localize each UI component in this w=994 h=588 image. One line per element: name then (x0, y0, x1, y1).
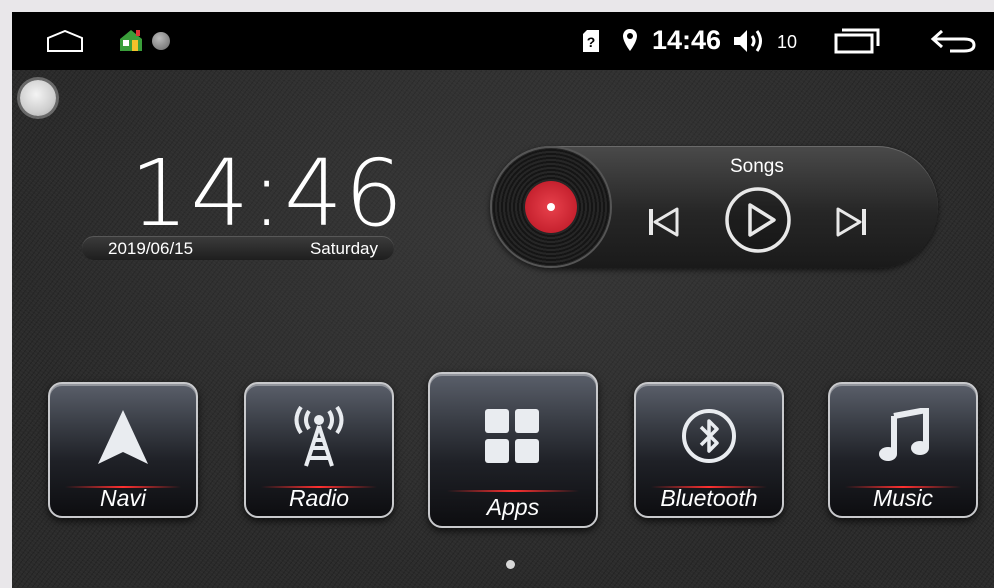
clock-date: 2019/06/15 (108, 239, 194, 258)
apps-tile[interactable]: Apps (428, 372, 598, 528)
clock-widget-time: 14:46 (130, 140, 406, 247)
music-tile[interactable]: Music (828, 382, 978, 518)
status-dot-icon (152, 32, 170, 50)
status-bar: ? 14:46 10 (12, 12, 994, 70)
radio-label: Radio (288, 485, 350, 511)
no-sim-icon: ? (583, 30, 599, 52)
back-icon[interactable] (930, 28, 976, 54)
vinyl-label (525, 181, 577, 233)
navi-label: Navi (99, 485, 146, 511)
play-button[interactable] (724, 186, 792, 254)
floating-assistive-button[interactable] (20, 80, 56, 116)
volume-level: 10 (777, 32, 798, 52)
vinyl-hole (547, 203, 555, 211)
music-player-widget: Songs (490, 146, 938, 268)
recent-apps-icon[interactable] (832, 28, 880, 54)
tile-glow (446, 490, 580, 492)
page-indicator-dot (506, 560, 515, 569)
navi-tile[interactable]: Navi (48, 382, 198, 518)
bluetooth-icon (682, 409, 736, 463)
vinyl-record-icon[interactable] (492, 148, 610, 266)
bluetooth-tile[interactable]: Bluetooth (634, 382, 784, 518)
location-icon (623, 29, 637, 51)
status-clock: 14:46 (652, 25, 722, 55)
head-unit-screen: ? 14:46 10 14:46 2019/06/15 Saturday Son… (12, 12, 994, 588)
clock-day: Saturday (309, 239, 378, 258)
apps-grid-icon (485, 409, 539, 463)
svg-text:?: ? (587, 34, 596, 50)
bluetooth-label: Bluetooth (660, 485, 758, 511)
music-label: Music (872, 485, 934, 511)
radio-tower-icon (294, 406, 344, 467)
volume-icon[interactable] (732, 28, 766, 54)
next-track-button[interactable] (834, 204, 870, 240)
player-title: Songs (730, 156, 784, 177)
home-icon[interactable] (46, 30, 84, 52)
previous-track-button[interactable] (645, 204, 681, 240)
music-note-icon (879, 408, 929, 461)
radio-tile[interactable]: Radio (244, 382, 394, 518)
navigation-arrow-icon (98, 410, 148, 464)
apps-label: Apps (486, 494, 540, 520)
date-bar: 2019/06/15 Saturday (82, 236, 394, 260)
launcher-house-icon (120, 30, 142, 51)
